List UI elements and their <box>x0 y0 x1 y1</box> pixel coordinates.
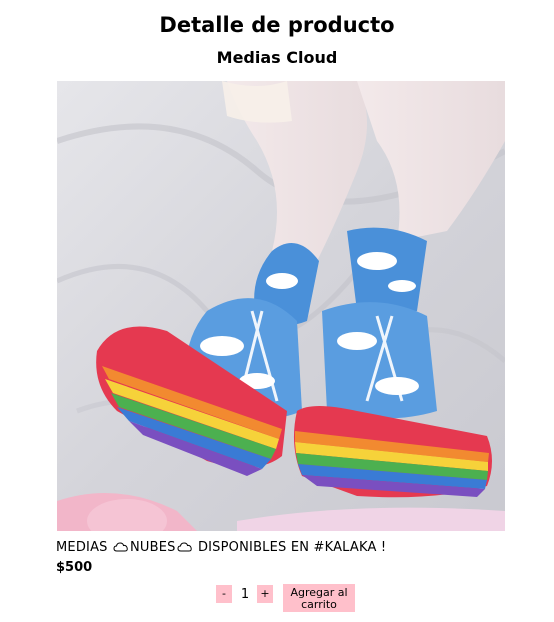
cart-controls: - 1 + Agregar al carrito <box>0 584 554 614</box>
product-detail-page: Detalle de producto Medias Cloud MEDIAS … <box>0 0 554 622</box>
cloud-icon <box>113 541 129 559</box>
increase-quantity-button[interactable]: + <box>257 585 273 603</box>
product-name: Medias Cloud <box>216 48 338 67</box>
add-to-cart-button[interactable]: Agregar al carrito <box>283 584 355 612</box>
description-text-3: DISPONIBLES EN #KALAKA ! <box>197 540 387 555</box>
product-price: $500 <box>56 560 93 575</box>
product-image <box>57 81 505 531</box>
page-title: Detalle de producto <box>159 13 395 37</box>
quantity-value: 1 <box>240 587 250 602</box>
description-text-2: NUBES <box>129 540 176 555</box>
description-text-1: MEDIAS <box>56 540 108 555</box>
cloud-icon <box>177 541 193 559</box>
decrease-quantity-button[interactable]: - <box>216 585 232 603</box>
product-description: MEDIAS NUBES DISPONIBLES EN #KALAKA ! <box>56 539 386 559</box>
